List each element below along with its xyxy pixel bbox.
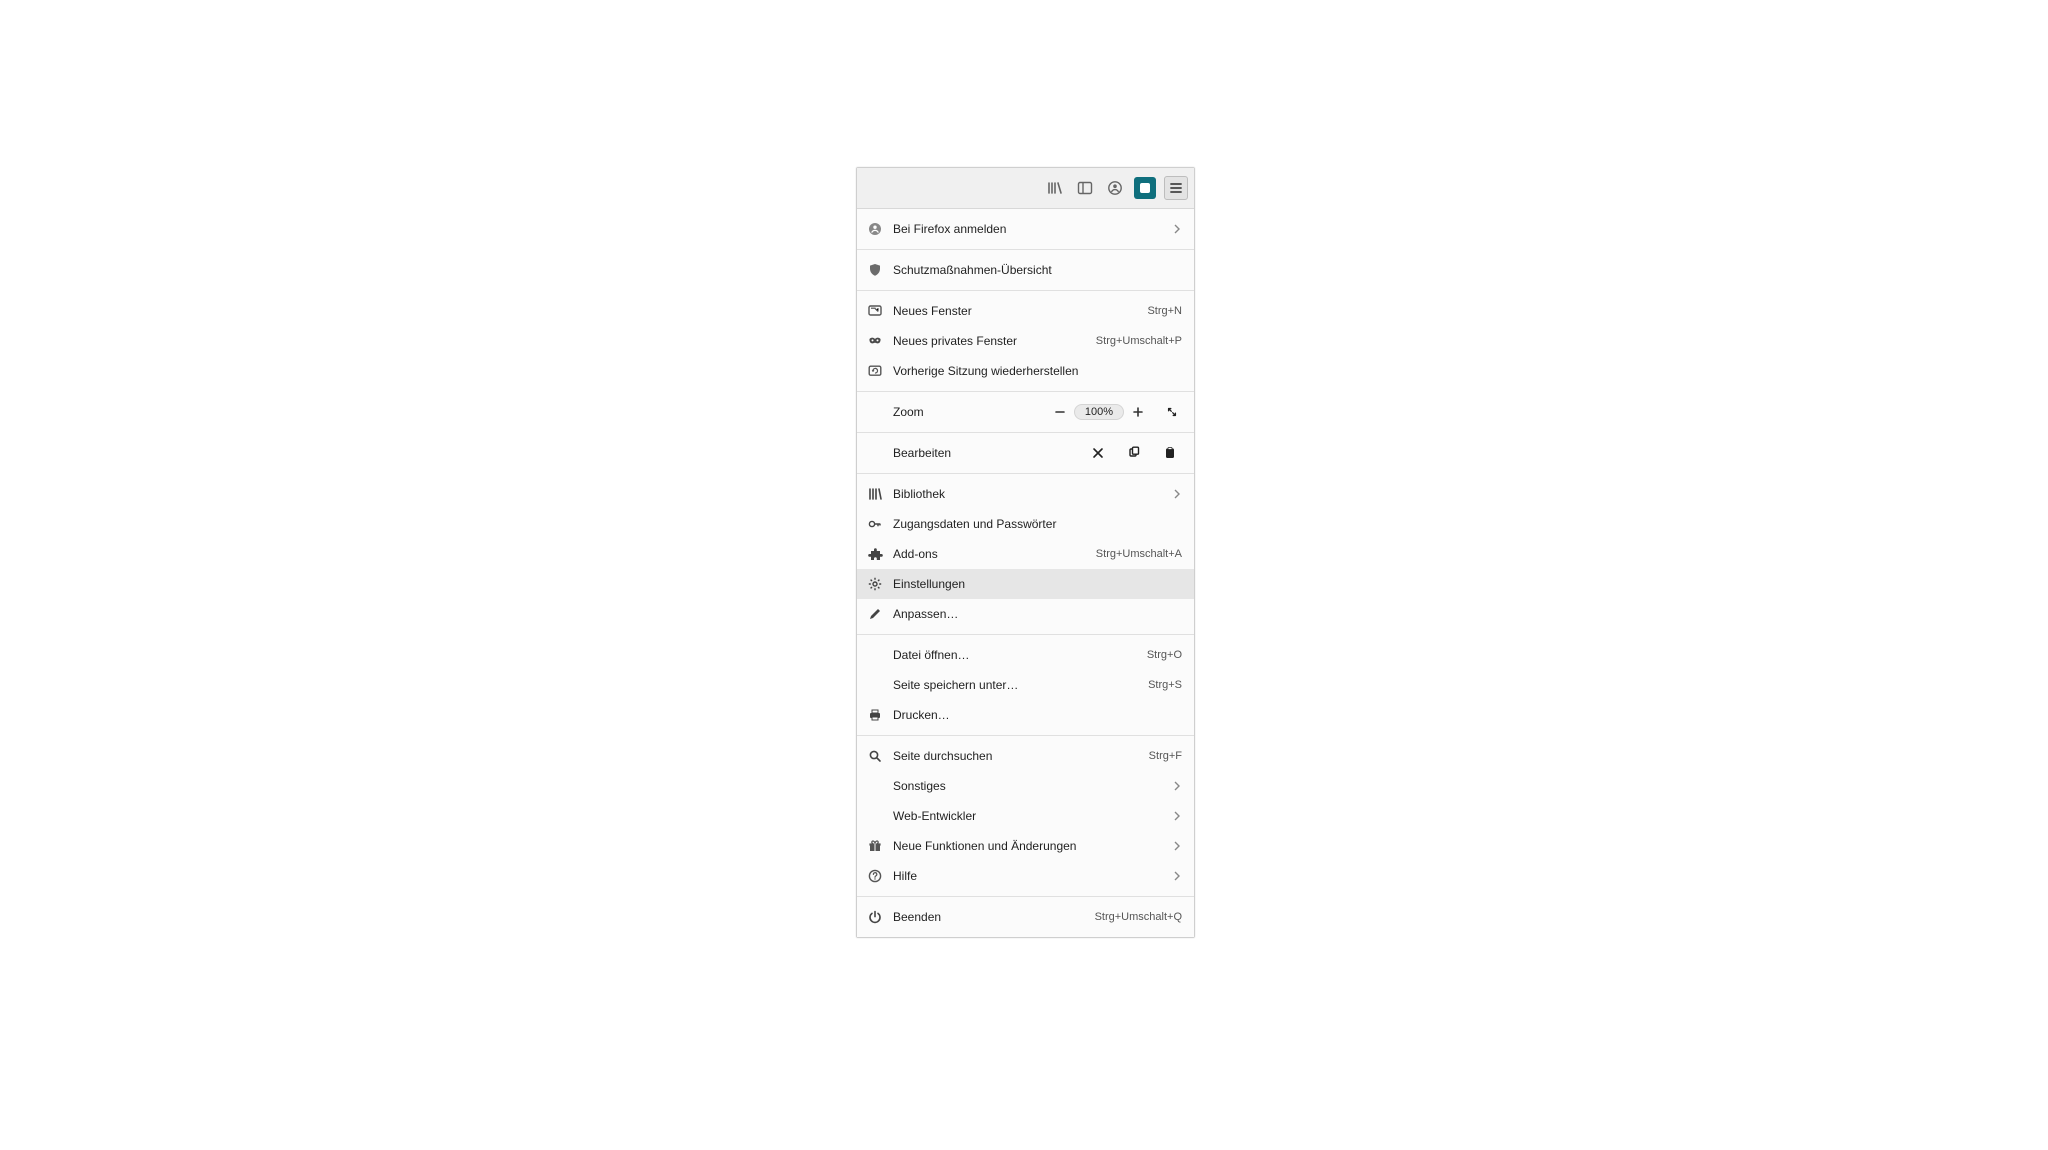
menu-whatsnew-label: Neue Funktionen und Änderungen: [893, 839, 1164, 853]
menu-library-label: Bibliothek: [893, 487, 1164, 501]
chevron-right-icon: [1172, 811, 1182, 821]
puzzle-icon: [865, 544, 885, 564]
menu-print[interactable]: Drucken…: [857, 700, 1194, 730]
restore-icon: [865, 361, 885, 381]
menu-customize-label: Anpassen…: [893, 607, 1182, 621]
menu-find-shortcut: Strg+F: [1149, 750, 1182, 762]
chevron-right-icon: [1172, 781, 1182, 791]
fullscreen-button[interactable]: [1160, 400, 1184, 424]
zoom-out-button[interactable]: [1048, 400, 1072, 424]
help-icon: [865, 866, 885, 886]
toolbar-right: [857, 168, 1194, 209]
menu-other[interactable]: Sonstiges: [857, 771, 1194, 801]
menu-find[interactable]: Seite durchsuchen Strg+F: [857, 741, 1194, 771]
key-icon: [865, 514, 885, 534]
menu-quit[interactable]: Beenden Strg+Umschalt+Q: [857, 902, 1194, 932]
menu-open-file[interactable]: Datei öffnen… Strg+O: [857, 640, 1194, 670]
sidebar-toggle-icon[interactable]: [1074, 177, 1096, 199]
menu-help[interactable]: Hilfe: [857, 861, 1194, 891]
menu-find-label: Seite durchsuchen: [893, 749, 1141, 763]
menu-devtools[interactable]: Web-Entwickler: [857, 801, 1194, 831]
menu-devtools-label: Web-Entwickler: [893, 809, 1164, 823]
window-new-icon: [865, 301, 885, 321]
blank-icon: [865, 776, 885, 796]
menu-new-window-label: Neues Fenster: [893, 304, 1139, 318]
print-icon: [865, 705, 885, 725]
menu-other-label: Sonstiges: [893, 779, 1164, 793]
chevron-right-icon: [1172, 871, 1182, 881]
blank-icon: [865, 645, 885, 665]
menu-open-file-shortcut: Strg+O: [1147, 649, 1182, 661]
menu-help-label: Hilfe: [893, 869, 1164, 883]
menu-zoom-label: Zoom: [893, 405, 1048, 419]
menu-save-page-label: Seite speichern unter…: [893, 678, 1140, 692]
menu-logins-label: Zugangsdaten und Passwörter: [893, 517, 1182, 531]
menu-settings-label: Einstellungen: [893, 577, 1182, 591]
menu-edit-row: Bearbeiten: [857, 438, 1194, 468]
library-icon: [865, 484, 885, 504]
menu-quit-shortcut: Strg+Umschalt+Q: [1095, 911, 1182, 923]
gear-icon: [865, 574, 885, 594]
zoom-value[interactable]: 100%: [1074, 404, 1124, 420]
menu-addons-label: Add-ons: [893, 547, 1088, 561]
menu-protections-label: Schutzmaßnahmen-Übersicht: [893, 263, 1182, 277]
copy-button[interactable]: [1120, 441, 1148, 465]
blank-icon: [865, 806, 885, 826]
firefox-app-menu-panel: Bei Firefox anmelden Schutzmaßnahmen-Übe…: [856, 167, 1195, 938]
menu-new-private-window-label: Neues privates Fenster: [893, 334, 1088, 348]
menu-signin[interactable]: Bei Firefox anmelden: [857, 214, 1194, 244]
menu-zoom-row: Zoom 100%: [857, 397, 1194, 427]
gift-icon: [865, 836, 885, 856]
chevron-right-icon: [1172, 224, 1182, 234]
menu-protections[interactable]: Schutzmaßnahmen-Übersicht: [857, 255, 1194, 285]
paste-button[interactable]: [1156, 441, 1184, 465]
mask-icon: [865, 331, 885, 351]
menu-restore-session-label: Vorherige Sitzung wiederherstellen: [893, 364, 1182, 378]
search-icon: [865, 746, 885, 766]
power-icon: [865, 907, 885, 927]
menu-customize[interactable]: Anpassen…: [857, 599, 1194, 629]
menu-restore-session[interactable]: Vorherige Sitzung wiederherstellen: [857, 356, 1194, 386]
menu-new-window-shortcut: Strg+N: [1147, 305, 1182, 317]
menu-save-page-shortcut: Strg+S: [1148, 679, 1182, 691]
menu-edit-label: Bearbeiten: [893, 446, 1084, 460]
app-menu: Bei Firefox anmelden Schutzmaßnahmen-Übe…: [857, 209, 1194, 937]
menu-addons-shortcut: Strg+Umschalt+A: [1096, 548, 1182, 560]
cut-button[interactable]: [1084, 441, 1112, 465]
menu-new-private-window-shortcut: Strg+Umschalt+P: [1096, 335, 1182, 347]
menu-new-private-window[interactable]: Neues privates Fenster Strg+Umschalt+P: [857, 326, 1194, 356]
menu-signin-label: Bei Firefox anmelden: [893, 222, 1164, 236]
menu-library[interactable]: Bibliothek: [857, 479, 1194, 509]
menu-quit-label: Beenden: [893, 910, 1087, 924]
pencil-icon: [865, 604, 885, 624]
hamburger-menu-button[interactable]: [1164, 176, 1188, 200]
shield-icon: [865, 260, 885, 280]
zoom-in-button[interactable]: [1126, 400, 1150, 424]
menu-addons[interactable]: Add-ons Strg+Umschalt+A: [857, 539, 1194, 569]
extension-icon[interactable]: [1134, 177, 1156, 199]
chevron-right-icon: [1172, 841, 1182, 851]
menu-logins[interactable]: Zugangsdaten und Passwörter: [857, 509, 1194, 539]
blank-icon: [865, 675, 885, 695]
menu-open-file-label: Datei öffnen…: [893, 648, 1139, 662]
menu-print-label: Drucken…: [893, 708, 1182, 722]
menu-settings[interactable]: Einstellungen: [857, 569, 1194, 599]
library-icon[interactable]: [1044, 177, 1066, 199]
account-icon[interactable]: [1104, 177, 1126, 199]
menu-whatsnew[interactable]: Neue Funktionen und Änderungen: [857, 831, 1194, 861]
menu-save-page[interactable]: Seite speichern unter… Strg+S: [857, 670, 1194, 700]
menu-new-window[interactable]: Neues Fenster Strg+N: [857, 296, 1194, 326]
chevron-right-icon: [1172, 489, 1182, 499]
account-circle-icon: [865, 219, 885, 239]
